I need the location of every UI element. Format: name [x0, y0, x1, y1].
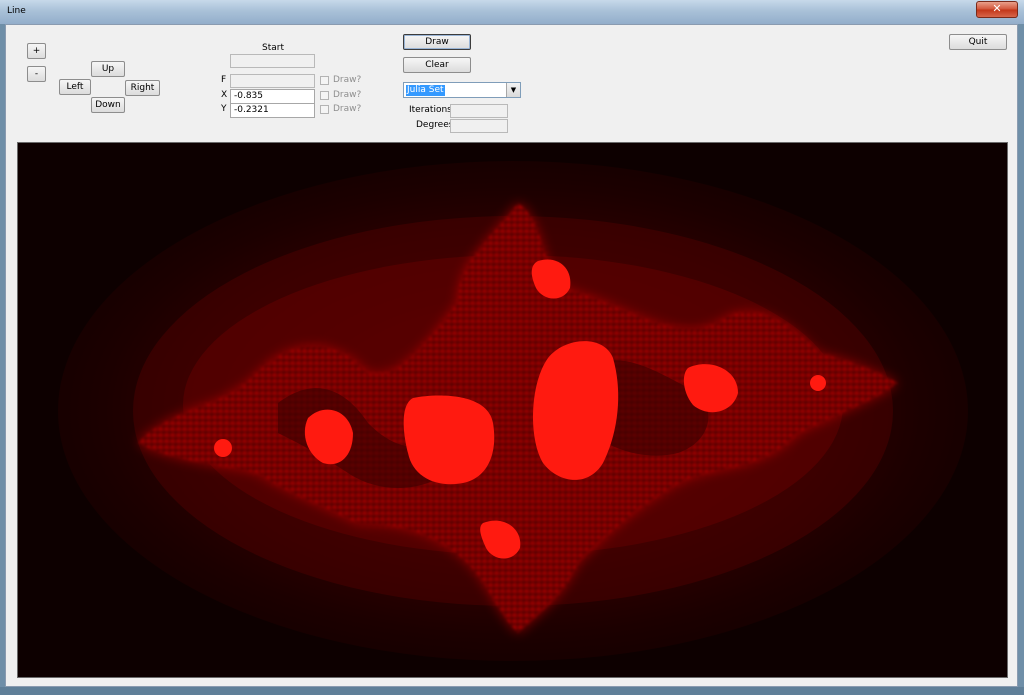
- zoom-in-button[interactable]: +: [27, 43, 46, 59]
- y-draw-checkbox-box: [320, 104, 329, 114]
- pan-left-button[interactable]: Left: [59, 79, 91, 95]
- degrees-field: [450, 119, 508, 133]
- clear-button[interactable]: Clear: [403, 57, 471, 73]
- x-draw-checkbox-box: [320, 90, 329, 100]
- fractal-type-select[interactable]: Julia Set ▼: [403, 82, 521, 98]
- fractal-canvas[interactable]: [17, 142, 1008, 678]
- pan-right-button[interactable]: Right: [125, 80, 160, 96]
- title-bar: Line ✕: [0, 0, 1024, 24]
- x-draw-label: Draw?: [333, 90, 362, 100]
- fractal-type-value: Julia Set: [406, 85, 445, 96]
- f-draw-checkbox-box: [320, 75, 329, 85]
- f-draw-label: Draw?: [333, 75, 362, 85]
- x-draw-checkbox: Draw?: [320, 90, 361, 100]
- f-field: [230, 74, 315, 88]
- degrees-label: Degrees: [416, 120, 454, 130]
- f-draw-checkbox: Draw?: [320, 75, 361, 85]
- app-client-area: + - Up Left Right Down Start F Draw? X -…: [5, 24, 1018, 687]
- y-draw-checkbox: Draw?: [320, 104, 361, 114]
- start-label: Start: [262, 43, 284, 53]
- y-field[interactable]: -0.2321: [230, 103, 315, 118]
- y-label: Y: [221, 104, 227, 114]
- close-window-button[interactable]: ✕: [976, 1, 1018, 18]
- draw-button[interactable]: Draw: [403, 34, 471, 50]
- julia-set-image: [18, 143, 1007, 677]
- window-bottom-border: [0, 687, 1024, 695]
- iterations-field: [450, 104, 508, 118]
- iterations-label: Iterations: [409, 105, 452, 115]
- x-label: X: [221, 90, 228, 100]
- start-field: [230, 54, 315, 68]
- chevron-down-icon[interactable]: ▼: [506, 83, 520, 97]
- f-label: F: [221, 75, 227, 85]
- pan-down-button[interactable]: Down: [91, 97, 125, 113]
- quit-button[interactable]: Quit: [949, 34, 1007, 50]
- y-draw-label: Draw?: [333, 104, 362, 114]
- window-title: Line: [7, 6, 26, 16]
- pan-up-button[interactable]: Up: [91, 61, 125, 77]
- x-field[interactable]: -0.835: [230, 89, 315, 104]
- zoom-out-button[interactable]: -: [27, 66, 46, 82]
